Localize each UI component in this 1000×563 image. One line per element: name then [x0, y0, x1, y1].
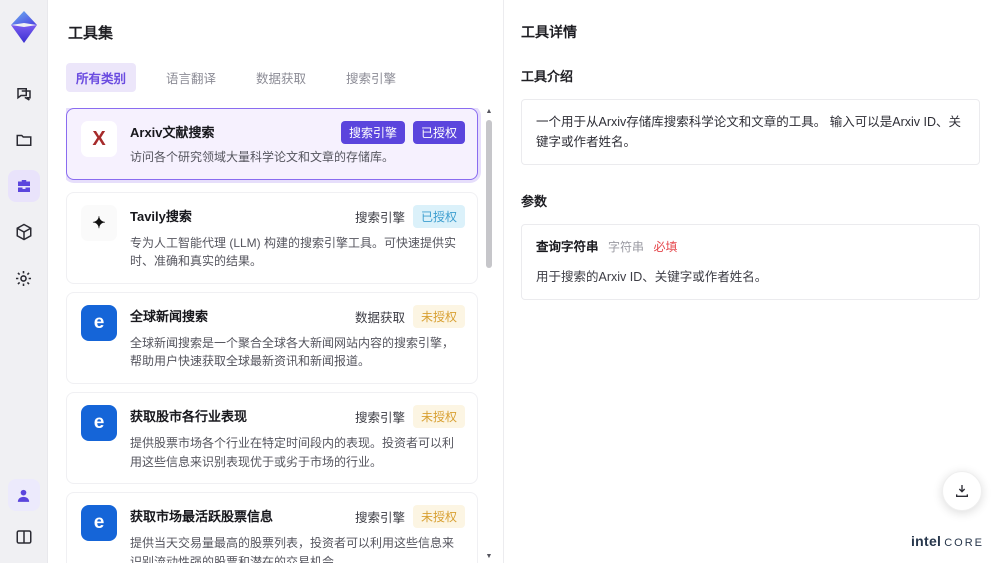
category-label: 搜索引擎	[354, 410, 405, 425]
tool-name: 全球新闻搜索	[130, 308, 209, 324]
tool-card-global-news[interactable]: e 全球新闻搜索 数据获取 未授权 全球新闻搜索是一个聚合全球各大新闻网站内容的…	[66, 291, 478, 384]
scroll-up-arrow[interactable]: ▲	[484, 108, 494, 115]
tool-description: 全球新闻搜索是一个聚合全球各大新闻网站内容的搜索引擎，帮助用户快速获取全球最新资…	[130, 335, 455, 369]
download-icon	[956, 485, 968, 497]
tab-language-translation[interactable]: 语言翻译	[156, 63, 226, 92]
tool-card-sector-performance[interactable]: e 获取股市各行业表现 搜索引擎 未授权 提供股票市场各个行业在特定时间段内的表…	[66, 391, 478, 485]
param-description: 用于搜索的Arxiv ID、关键字或作者姓名。	[536, 270, 768, 285]
folder-icon[interactable]	[8, 124, 40, 156]
cube-icon[interactable]	[8, 216, 40, 248]
tool-description: 访问各个研究领域大量科学论文和文章的存储库。	[130, 150, 395, 164]
auth-status-badge: 未授权	[412, 404, 465, 428]
gem-logo-icon	[10, 11, 37, 43]
auth-status-badge: 已授权	[412, 204, 465, 228]
sparkle-icon: ✦	[81, 204, 117, 241]
details-title: 工具详情	[521, 24, 577, 40]
param-box: 查询字符串 字符串 必填 用于搜索的Arxiv ID、关键字或作者姓名。	[521, 224, 980, 301]
scrollbar-thumb[interactable]	[486, 120, 492, 268]
tool-details-panel: 工具详情 工具介绍 一个用于从Arxiv存储库搜索科学论文和文章的工具。 输入可…	[505, 0, 1000, 563]
download-button[interactable]	[942, 471, 982, 511]
category-badge: 搜索引擎	[340, 121, 405, 144]
param-header: 查询字符串 字符串 必填	[536, 237, 965, 257]
category-label: 搜索引擎	[354, 511, 405, 526]
param-type: 字符串	[608, 240, 645, 254]
intel-core-logo: intel CORE	[910, 533, 984, 549]
settings-gear-icon[interactable]	[8, 262, 40, 294]
user-icon[interactable]	[7, 479, 40, 511]
tab-all-categories[interactable]: 所有类别	[66, 63, 137, 92]
tool-description: 专为人工智能代理 (LLM) 构建的搜索引擎工具。可快速提供实时、准确和真实的结…	[130, 235, 457, 269]
tool-name: 获取股市各行业表现	[130, 408, 248, 424]
auth-status-badge: 未授权	[412, 505, 465, 529]
param-required-badge: 必填	[653, 240, 678, 254]
intro-text-box: 一个用于从Arxiv存储库搜索科学论文和文章的工具。 输入可以是Arxiv ID…	[521, 99, 980, 165]
e-globe-icon: e	[81, 505, 117, 542]
scroll-down-arrow[interactable]: ▼	[484, 553, 494, 560]
category-label: 数据获取	[354, 310, 405, 325]
page-title: 工具集	[68, 25, 114, 42]
category-label: 搜索引擎	[354, 210, 405, 225]
tool-name: 获取市场最活跃股票信息	[130, 509, 274, 525]
tab-search-engine[interactable]: 搜索引擎	[336, 63, 406, 92]
tool-list: X Arxiv文献搜索 搜索引擎 已授权 访问各个研究领域大量科学论文和文章的存…	[66, 108, 494, 563]
arxiv-x-icon: X	[81, 121, 117, 157]
param-name: 查询字符串	[536, 240, 599, 254]
tool-list-panel: 工具集 所有类别 语言翻译 数据获取 搜索引擎 X Arxiv文献搜索 搜索引擎…	[48, 0, 504, 563]
left-rail	[0, 0, 48, 563]
list-scrollbar: ▲ ▼	[484, 108, 494, 560]
panel-toggle-icon[interactable]	[8, 521, 40, 553]
intro-heading: 工具介绍	[521, 69, 574, 84]
chat-icon[interactable]	[8, 78, 40, 110]
e-globe-icon: e	[81, 404, 117, 441]
category-tabs: 所有类别 语言翻译 数据获取 搜索引擎	[66, 63, 503, 92]
tool-name: Tavily搜索	[130, 208, 192, 224]
params-heading: 参数	[521, 194, 548, 209]
tool-description: 提供当天交易量最高的股票列表，投资者可以利用这些信息来识别流动性强的股票和潜在的…	[130, 536, 455, 563]
tool-card-most-active-stocks[interactable]: e 获取市场最活跃股票信息 搜索引擎 未授权 提供当天交易量最高的股票列表，投资…	[66, 492, 478, 563]
tool-card-arxiv[interactable]: X Arxiv文献搜索 搜索引擎 已授权 访问各个研究领域大量科学论文和文章的存…	[66, 108, 478, 180]
tool-card-tavily[interactable]: ✦ Tavily搜索 搜索引擎 已授权 专为人工智能代理 (LLM) 构建的搜索…	[66, 191, 478, 284]
e-globe-icon: e	[81, 304, 117, 341]
toolbox-icon[interactable]	[7, 170, 40, 202]
auth-status-badge: 已授权	[412, 121, 465, 144]
tab-data-fetch[interactable]: 数据获取	[246, 63, 316, 92]
tool-description: 提供股票市场各个行业在特定时间段内的表现。投资者可以利用这些信息来识别表现优于或…	[130, 435, 455, 469]
auth-status-badge: 未授权	[412, 304, 465, 328]
tool-name: Arxiv文献搜索	[130, 125, 215, 140]
